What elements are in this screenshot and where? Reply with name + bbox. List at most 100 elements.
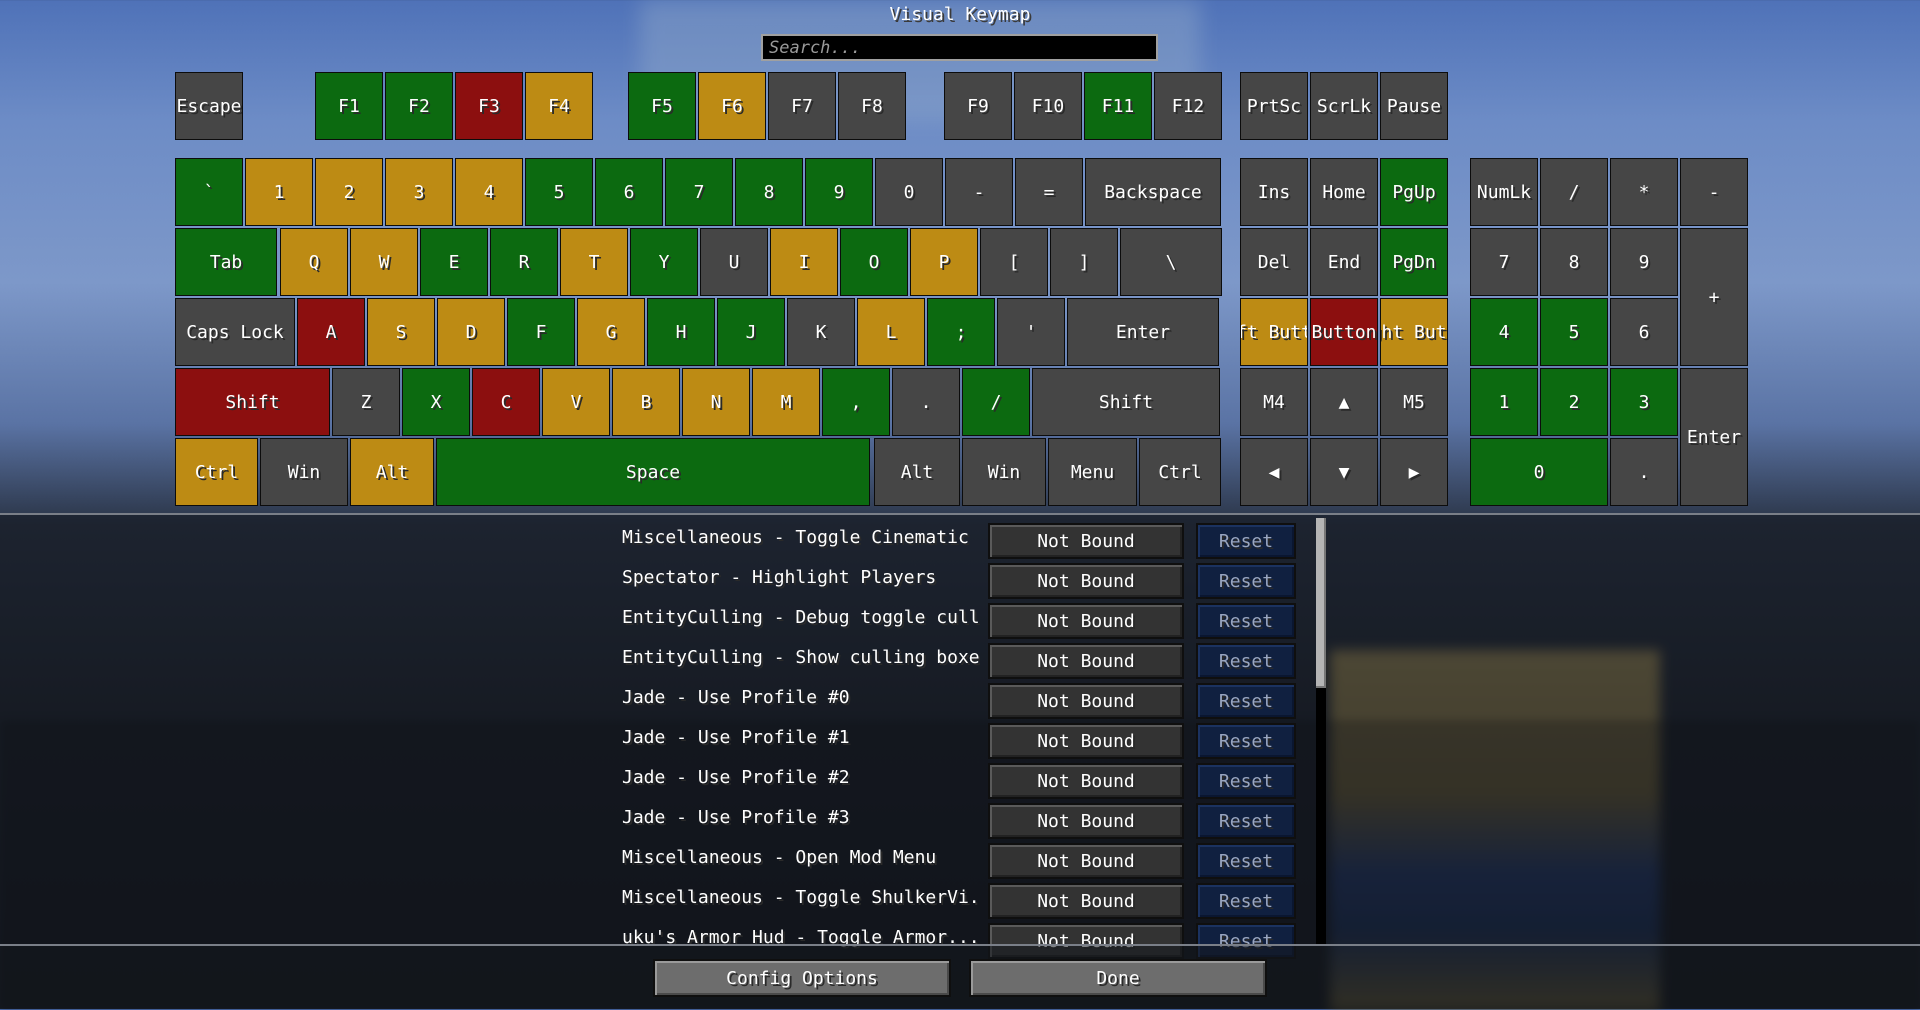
key-8[interactable]: 8 <box>1540 228 1608 296</box>
key-symbol[interactable]: ▲ <box>1310 368 1378 436</box>
key-s[interactable]: S <box>367 298 435 366</box>
key-k[interactable]: K <box>787 298 855 366</box>
reset-button[interactable]: Reset <box>1196 763 1296 799</box>
key-home[interactable]: Home <box>1310 158 1378 226</box>
bind-key-button[interactable]: Not Bound <box>988 643 1184 679</box>
key-y[interactable]: Y <box>630 228 698 296</box>
key-win[interactable]: Win <box>260 438 348 506</box>
key-r[interactable]: R <box>490 228 558 296</box>
key-symbol[interactable]: ; <box>927 298 995 366</box>
key-7[interactable]: 7 <box>1470 228 1538 296</box>
key-f4[interactable]: F4 <box>525 72 593 140</box>
reset-button[interactable]: Reset <box>1196 523 1296 559</box>
key-symbol[interactable]: / <box>962 368 1030 436</box>
key-symbol[interactable]: * <box>1610 158 1678 226</box>
reset-button[interactable]: Reset <box>1196 883 1296 919</box>
key-symbol[interactable]: ▶ <box>1380 438 1448 506</box>
key-symbol[interactable]: ◀ <box>1240 438 1308 506</box>
bind-key-button[interactable]: Not Bound <box>988 763 1184 799</box>
key-menu[interactable]: Menu <box>1048 438 1137 506</box>
key-a[interactable]: A <box>297 298 365 366</box>
key-2[interactable]: 2 <box>315 158 383 226</box>
key-j[interactable]: J <box>717 298 785 366</box>
bind-key-button[interactable]: Not Bound <box>988 523 1184 559</box>
reset-button[interactable]: Reset <box>1196 723 1296 759</box>
key-0[interactable]: 0 <box>875 158 943 226</box>
key-caps-lock[interactable]: Caps Lock <box>175 298 295 366</box>
key-ins[interactable]: Ins <box>1240 158 1308 226</box>
key-f11[interactable]: F11 <box>1084 72 1152 140</box>
key-alt[interactable]: Alt <box>874 438 960 506</box>
reset-button[interactable]: Reset <box>1196 603 1296 639</box>
key-del[interactable]: Del <box>1240 228 1308 296</box>
key-z[interactable]: Z <box>332 368 400 436</box>
key-1[interactable]: 1 <box>1470 368 1538 436</box>
key-symbol[interactable]: - <box>1680 158 1748 226</box>
key-e[interactable]: E <box>420 228 488 296</box>
reset-button[interactable]: Reset <box>1196 683 1296 719</box>
key-enter[interactable]: Enter <box>1067 298 1219 366</box>
key-f1[interactable]: F1 <box>315 72 383 140</box>
key-button[interactable]: Button <box>1310 298 1378 366</box>
key-n[interactable]: N <box>682 368 750 436</box>
key-3[interactable]: 3 <box>1610 368 1678 436</box>
key-escape[interactable]: Escape <box>175 72 243 140</box>
scrollbar-thumb[interactable] <box>1316 518 1326 688</box>
reset-button[interactable]: Reset <box>1196 803 1296 839</box>
key-0[interactable]: 0 <box>1470 438 1608 506</box>
key-1[interactable]: 1 <box>245 158 313 226</box>
key-2[interactable]: 2 <box>1540 368 1608 436</box>
key-f2[interactable]: F2 <box>385 72 453 140</box>
key-5[interactable]: 5 <box>1540 298 1608 366</box>
key-f9[interactable]: F9 <box>944 72 1012 140</box>
reset-button[interactable]: Reset <box>1196 563 1296 599</box>
key-9[interactable]: 9 <box>805 158 873 226</box>
reset-button[interactable]: Reset <box>1196 643 1296 679</box>
key-6[interactable]: 6 <box>595 158 663 226</box>
bind-key-button[interactable]: Not Bound <box>988 563 1184 599</box>
key-u[interactable]: U <box>700 228 768 296</box>
key-space[interactable]: Space <box>436 438 870 506</box>
key-win[interactable]: Win <box>962 438 1046 506</box>
key-f10[interactable]: F10 <box>1014 72 1082 140</box>
key-3[interactable]: 3 <box>385 158 453 226</box>
key-w[interactable]: W <box>350 228 418 296</box>
key-o[interactable]: O <box>840 228 908 296</box>
key-symbol[interactable]: ' <box>997 298 1065 366</box>
key-backspace[interactable]: Backspace <box>1085 158 1221 226</box>
config-options-button[interactable]: Config Options <box>653 959 951 997</box>
key-f5[interactable]: F5 <box>628 72 696 140</box>
key-symbol[interactable]: + <box>1680 228 1748 366</box>
key-g[interactable]: G <box>577 298 645 366</box>
search-input[interactable]: Search... <box>761 34 1158 61</box>
key-l[interactable]: L <box>857 298 925 366</box>
key-pgdn[interactable]: PgDn <box>1380 228 1448 296</box>
key-7[interactable]: 7 <box>665 158 733 226</box>
key-f6[interactable]: F6 <box>698 72 766 140</box>
key-symbol[interactable]: \ <box>1120 228 1222 296</box>
bind-key-button[interactable]: Not Bound <box>988 723 1184 759</box>
key-pgup[interactable]: PgUp <box>1380 158 1448 226</box>
key-enter[interactable]: Enter <box>1680 368 1748 506</box>
key-8[interactable]: 8 <box>735 158 803 226</box>
bind-key-button[interactable]: Not Bound <box>988 843 1184 879</box>
key-c[interactable]: C <box>472 368 540 436</box>
key-p[interactable]: P <box>910 228 978 296</box>
done-button[interactable]: Done <box>969 959 1267 997</box>
key-symbol[interactable]: , <box>822 368 890 436</box>
key-4[interactable]: 4 <box>455 158 523 226</box>
key-symbol[interactable]: ▼ <box>1310 438 1378 506</box>
bind-key-button[interactable]: Not Bound <box>988 603 1184 639</box>
key-pause[interactable]: Pause <box>1380 72 1448 140</box>
key-d[interactable]: D <box>437 298 505 366</box>
key-5[interactable]: 5 <box>525 158 593 226</box>
key-right-button[interactable]: Right Button <box>1380 298 1448 366</box>
key-f12[interactable]: F12 <box>1154 72 1222 140</box>
bind-key-button[interactable]: Not Bound <box>988 803 1184 839</box>
key-4[interactable]: 4 <box>1470 298 1538 366</box>
key-h[interactable]: H <box>647 298 715 366</box>
reset-button[interactable]: Reset <box>1196 843 1296 879</box>
key-ctrl[interactable]: Ctrl <box>1139 438 1221 506</box>
key-tab[interactable]: Tab <box>175 228 277 296</box>
key-shift[interactable]: Shift <box>175 368 330 436</box>
